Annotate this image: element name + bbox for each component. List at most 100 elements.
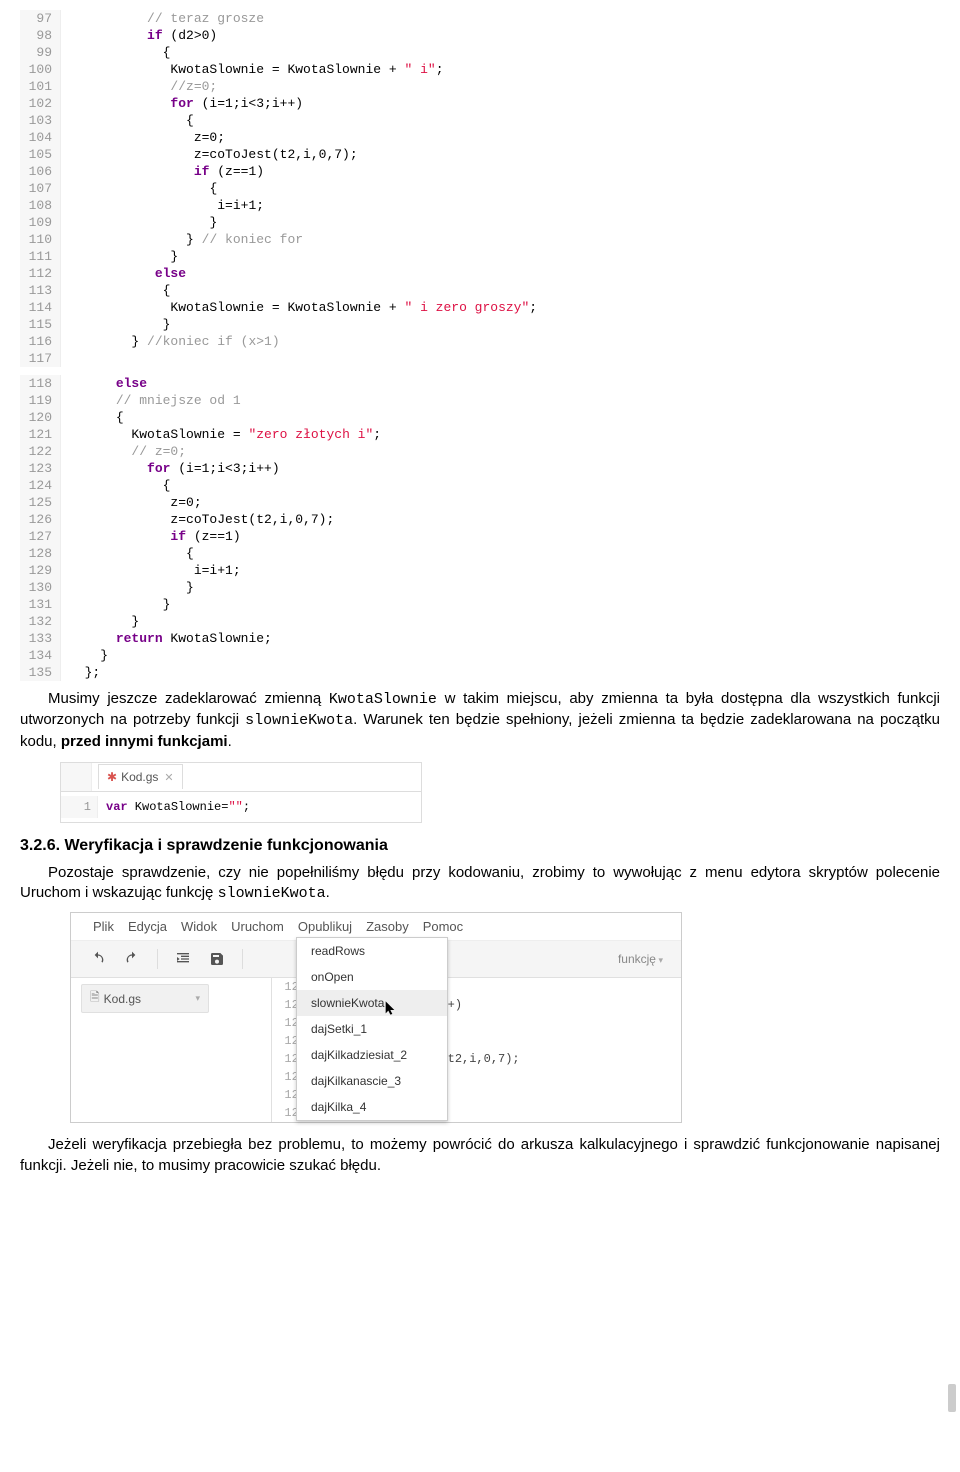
code-line: KwotaSlownie = KwotaSlownie + " i zero g… xyxy=(61,299,537,316)
line-number: 103 xyxy=(20,112,61,129)
dropdown-item-onOpen[interactable]: onOpen xyxy=(297,964,447,990)
code-line: } xyxy=(61,316,170,333)
code-row: 103 { xyxy=(20,112,940,129)
line-number: 123 xyxy=(20,460,61,477)
file-icon: 🗎 xyxy=(90,988,100,1009)
code-block-1: 97 // teraz grosze98 if (d2>0)99 {100 Kw… xyxy=(20,10,940,367)
paragraph-declare-variable: Musimy jeszcze zadeklarować zmienną Kwot… xyxy=(20,689,940,752)
dropdown-item-dajKilkadziesiat_2[interactable]: dajKilkadziesiat_2 xyxy=(297,1042,447,1068)
dropdown-item-slownieKwota[interactable]: slownieKwota xyxy=(297,990,447,1016)
line-number: 100 xyxy=(20,61,61,78)
line-number: 118 xyxy=(20,375,61,392)
line-number: 107 xyxy=(20,180,61,197)
menu-item-plik[interactable]: Plik xyxy=(93,919,114,934)
code-line: if (d2>0) xyxy=(61,27,217,44)
code-line: }; xyxy=(61,664,100,681)
dropdown-item-dajSetki_1[interactable]: dajSetki_1 xyxy=(297,1016,447,1042)
line-number: 113 xyxy=(20,282,61,299)
code-line: var KwotaSlownie=""; xyxy=(98,796,250,818)
line-number: 109 xyxy=(20,214,61,231)
line-number: 124 xyxy=(20,477,61,494)
file-name: Kod.gs xyxy=(104,992,141,1006)
code-row: 130 } xyxy=(20,579,940,596)
code-line xyxy=(61,350,69,367)
code-row: 108 i=i+1; xyxy=(20,197,940,214)
inline-code: KwotaSlownie xyxy=(329,691,437,708)
code-line: // mniejsze od 1 xyxy=(61,392,241,409)
code-line: i=i+1; xyxy=(61,197,264,214)
page-scroll-thumb[interactable] xyxy=(948,1384,956,1412)
dropdown-item-readRows[interactable]: readRows xyxy=(297,938,447,964)
code-row: 122 // z=0; xyxy=(20,443,940,460)
line-number: 110 xyxy=(20,231,61,248)
apps-script-editor-screenshot: Plik Edycja Widok Uruchom Opublikuj Zasoby Pom… xyxy=(70,912,682,1123)
code-row: 110 } // koniec for xyxy=(20,231,940,248)
line-number: 133 xyxy=(20,630,61,647)
code-row: 135 }; xyxy=(20,664,940,681)
code-line: { xyxy=(61,409,124,426)
code-row: 100 KwotaSlownie = KwotaSlownie + " i"; xyxy=(20,61,940,78)
code-row: 1 var KwotaSlownie=""; xyxy=(61,796,421,818)
code-line: { xyxy=(61,44,170,61)
code-line: z=coToJest(t2,i,0,7); xyxy=(61,511,334,528)
menu-item-zasoby[interactable]: Zasoby xyxy=(366,919,409,934)
menu-item-opublikuj[interactable]: Opublikuj xyxy=(298,919,352,934)
code-line: if (z==1) xyxy=(61,163,264,180)
file-tab[interactable]: ✱ Kod.gs ✕ xyxy=(98,764,183,789)
code-line: //z=0; xyxy=(61,78,217,95)
line-number: 125 xyxy=(20,494,61,511)
code-block-2: 118 else119 // mniejsze od 1120 {121 Kwo… xyxy=(20,375,940,681)
code-row: 98 if (d2>0) xyxy=(20,27,940,44)
menubar: Plik Edycja Widok Uruchom Opublikuj Zasoby Pom… xyxy=(71,913,681,940)
save-button[interactable] xyxy=(208,950,226,968)
code-line: { xyxy=(61,112,194,129)
code-row: 104 z=0; xyxy=(20,129,940,146)
indent-button[interactable] xyxy=(174,950,192,968)
text: . xyxy=(326,884,330,901)
menu-item-edycja[interactable]: Edycja xyxy=(128,919,167,934)
code-row: 134 } xyxy=(20,647,940,664)
tab-row: ✱ Kod.gs ✕ xyxy=(61,763,421,792)
line-number: 106 xyxy=(20,163,61,180)
line-number: 115 xyxy=(20,316,61,333)
line-number: 132 xyxy=(20,613,61,630)
line-number: 122 xyxy=(20,443,61,460)
code-row: 109 } xyxy=(20,214,940,231)
line-number: 98 xyxy=(20,27,61,44)
code-row: 126 z=coToJest(t2,i,0,7); xyxy=(20,511,940,528)
line-number: 104 xyxy=(20,129,61,146)
code-row: 106 if (z==1) xyxy=(20,163,940,180)
code-line: { xyxy=(61,282,170,299)
menu-item-widok[interactable]: Widok xyxy=(181,919,217,934)
line-number: 116 xyxy=(20,333,61,350)
code-row: 118 else xyxy=(20,375,940,392)
redo-button[interactable] xyxy=(123,950,141,968)
dropdown-item-dajKilkanascie_3[interactable]: dajKilkanascie_3 xyxy=(297,1068,447,1094)
line-number: 128 xyxy=(20,545,61,562)
code-row: 121 KwotaSlownie = "zero złotych i"; xyxy=(20,426,940,443)
line-number: 114 xyxy=(20,299,61,316)
code-line: } //koniec if (x>1) xyxy=(61,333,280,350)
code-line: { xyxy=(61,180,217,197)
code-line: // z=0; xyxy=(61,443,186,460)
code-row: 127 if (z==1) xyxy=(20,528,940,545)
paragraph-verification: Pozostaje sprawdzenie, czy nie popełnili… xyxy=(20,863,940,905)
bold-text: przed innymi funkcjami xyxy=(61,733,228,750)
line-number: 105 xyxy=(20,146,61,163)
menu-item-pomoc[interactable]: Pomoc xyxy=(423,919,463,934)
line-number: 134 xyxy=(20,647,61,664)
code-row: 102 for (i=1;i<3;i++) xyxy=(20,95,940,112)
function-selector-label[interactable]: funkcję xyxy=(618,952,663,966)
dropdown-item-dajKilka_4[interactable]: dajKilka_4 xyxy=(297,1094,447,1120)
code-line: for (i=1;i<3;i++) xyxy=(61,460,280,477)
file-chip[interactable]: 🗎Kod.gs ▾ xyxy=(81,984,209,1013)
close-icon[interactable]: ✕ xyxy=(164,771,173,784)
text: Musimy jeszcze zadeklarować zmienną xyxy=(48,690,329,707)
code-row: 107 { xyxy=(20,180,940,197)
code-line: return KwotaSlownie; xyxy=(61,630,272,647)
code-row: 115 } xyxy=(20,316,940,333)
undo-button[interactable] xyxy=(89,950,107,968)
line-number: 127 xyxy=(20,528,61,545)
menu-item-uruchom[interactable]: Uruchom xyxy=(231,919,284,934)
file-list-sidebar: 🗎Kod.gs ▾ xyxy=(71,978,272,1122)
